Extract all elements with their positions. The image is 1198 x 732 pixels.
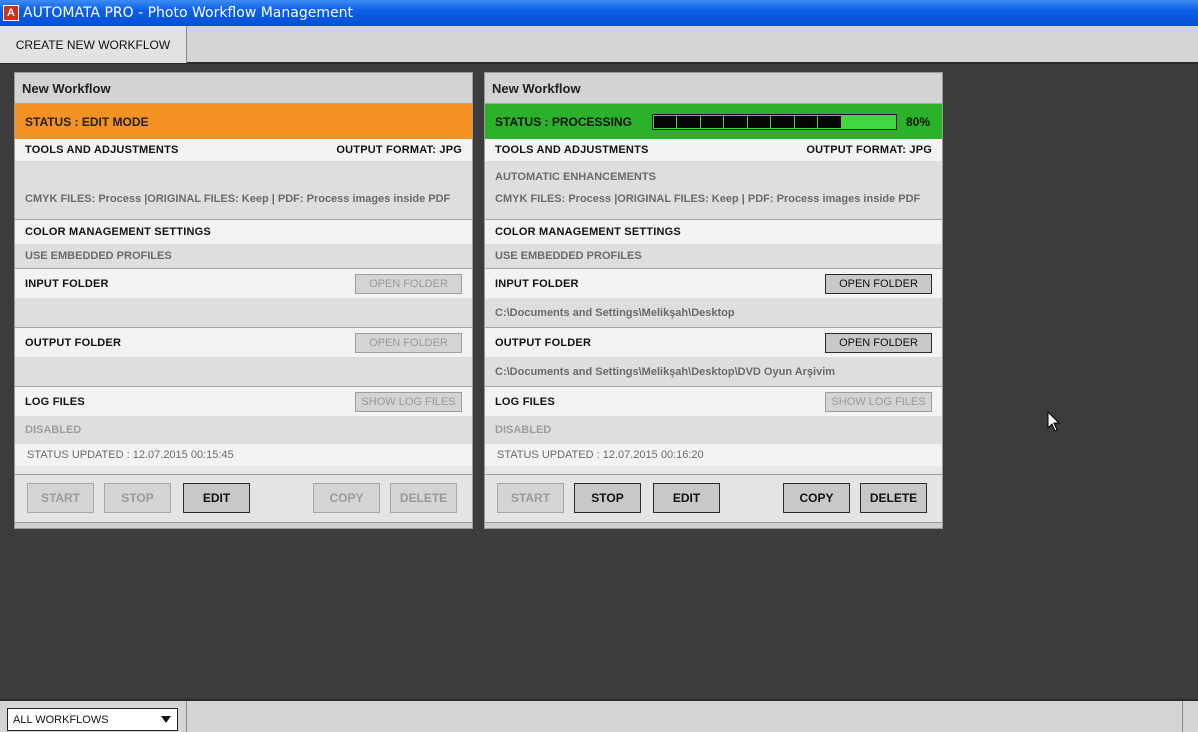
output-open-folder-button[interactable]: OPEN FOLDER [355, 332, 462, 353]
toolbar: CREATE NEW WORKFLOW [0, 26, 1198, 64]
color-label: COLOR MANAGEMENT SETTINGS [495, 226, 681, 238]
enhancements-row: AUTOMATIC ENHANCEMENTS [485, 161, 942, 193]
card-bottom-edge [15, 522, 472, 528]
log-label: LOG FILES [25, 395, 85, 408]
start-button[interactable]: START [27, 483, 94, 513]
output-path-row: C:\Documents and Settings\Melikşah\Deskt… [485, 357, 942, 386]
input-folder-label: INPUT FOLDER [25, 277, 109, 290]
output-path: C:\Documents and Settings\Melikşah\Deskt… [495, 365, 836, 378]
output-format: OUTPUT FORMAT: JPG [336, 144, 462, 156]
updated-row: STATUS UPDATED : 12.07.2015 00:15:45 [15, 444, 472, 466]
start-button[interactable]: START [497, 483, 564, 513]
status-text: STATUS : EDIT MODE [25, 114, 149, 129]
copy-button[interactable]: COPY [313, 483, 380, 513]
copy-button[interactable]: COPY [783, 483, 850, 513]
enhancements-row [15, 161, 472, 193]
window-titlebar[interactable]: A AUTOMATA PRO - Photo Workflow Manageme… [0, 0, 1198, 26]
workflow-title: New Workflow [485, 73, 942, 104]
delete-button[interactable]: DELETE [390, 483, 457, 513]
log-row: LOG FILES SHOW LOG FILES [15, 386, 472, 416]
color-row: COLOR MANAGEMENT SETTINGS [485, 219, 942, 244]
input-path: C:\Documents and Settings\Melikşah\Deskt… [495, 306, 735, 319]
input-folder-row: INPUT FOLDER OPEN FOLDER [485, 268, 942, 298]
statusbar-divider [1182, 701, 1183, 732]
tools-label: TOOLS AND ADJUSTMENTS [495, 144, 649, 156]
stop-button[interactable]: STOP [104, 483, 171, 513]
chevron-down-icon [161, 716, 171, 723]
window-title: AUTOMATA PRO - Photo Workflow Management [23, 5, 353, 21]
input-folder-label: INPUT FOLDER [495, 277, 579, 290]
status-updated: STATUS UPDATED : 12.07.2015 00:16:20 [497, 449, 704, 461]
color-value-row: USE EMBEDDED PROFILES [485, 244, 942, 268]
log-value-row: DISABLED [15, 416, 472, 444]
output-folder-row: OUTPUT FOLDER OPEN FOLDER [15, 327, 472, 357]
status-bar: STATUS : EDIT MODE [15, 104, 472, 139]
action-bar: START STOP EDIT COPY DELETE [15, 474, 472, 522]
status-bar: STATUS : PROCESSING 80% [485, 104, 942, 139]
updated-row: STATUS UPDATED : 12.07.2015 00:16:20 [485, 444, 942, 466]
output-folder-label: OUTPUT FOLDER [495, 336, 592, 349]
create-new-workflow-button[interactable]: CREATE NEW WORKFLOW [0, 26, 187, 63]
workflow-card: New Workflow STATUS : EDIT MODE TOOLS AN… [14, 72, 473, 529]
input-path-row: C:\Documents and Settings\Melikşah\Deskt… [485, 298, 942, 327]
statusbar: ALL WORKFLOWS [0, 699, 1198, 732]
log-value: DISABLED [25, 424, 82, 436]
files-info-text: CMYK FILES: Process |ORIGINAL FILES: Kee… [25, 193, 451, 205]
progress-segment [724, 115, 747, 128]
files-info-row: CMYK FILES: Process |ORIGINAL FILES: Kee… [485, 193, 942, 219]
enhancements-text: AUTOMATIC ENHANCEMENTS [495, 171, 656, 183]
status-text: STATUS : PROCESSING [495, 114, 632, 129]
progress-segment [818, 115, 841, 128]
input-open-folder-button[interactable]: OPEN FOLDER [355, 273, 462, 294]
workflow-filter-select[interactable]: ALL WORKFLOWS [7, 708, 178, 731]
card-bottom-edge [485, 522, 942, 528]
progress-segment [653, 115, 677, 128]
progress-segment [700, 115, 724, 128]
edit-button[interactable]: EDIT [183, 483, 250, 513]
log-row: LOG FILES SHOW LOG FILES [485, 386, 942, 416]
delete-button[interactable]: DELETE [860, 483, 927, 513]
output-folder-label: OUTPUT FOLDER [25, 336, 122, 349]
color-value: USE EMBEDDED PROFILES [495, 250, 642, 262]
progress-fill [653, 115, 895, 128]
action-bar: START STOP EDIT COPY DELETE [485, 474, 942, 522]
app-logo-icon: A [3, 5, 19, 21]
output-format: OUTPUT FORMAT: JPG [806, 144, 932, 156]
stop-button[interactable]: STOP [574, 483, 641, 513]
workflow-title: New Workflow [15, 73, 472, 104]
color-label: COLOR MANAGEMENT SETTINGS [25, 226, 211, 238]
statusbar-divider [186, 701, 187, 732]
progress-segment [794, 115, 818, 128]
progress-percent: 80% [905, 114, 930, 129]
progress-segment [677, 115, 700, 128]
tools-label: TOOLS AND ADJUSTMENTS [25, 144, 179, 156]
output-path-row [15, 357, 472, 386]
files-info-row: CMYK FILES: Process |ORIGINAL FILES: Kee… [15, 193, 472, 219]
workflow-filter-value: ALL WORKFLOWS [13, 713, 109, 726]
show-log-files-button[interactable]: SHOW LOG FILES [825, 391, 932, 412]
tools-row: TOOLS AND ADJUSTMENTS OUTPUT FORMAT: JPG [15, 139, 472, 161]
log-value: DISABLED [495, 424, 552, 436]
show-log-files-button[interactable]: SHOW LOG FILES [355, 391, 462, 412]
mouse-cursor-icon [1047, 411, 1061, 432]
tools-row: TOOLS AND ADJUSTMENTS OUTPUT FORMAT: JPG [485, 139, 942, 161]
progress-segment [747, 115, 771, 128]
workflow-card: New Workflow STATUS : PROCESSING 80% TOO… [484, 72, 943, 529]
input-folder-row: INPUT FOLDER OPEN FOLDER [15, 268, 472, 298]
progress-segment [771, 115, 794, 128]
color-value-row: USE EMBEDDED PROFILES [15, 244, 472, 268]
progress-bar [651, 113, 897, 130]
color-value: USE EMBEDDED PROFILES [25, 250, 172, 262]
output-folder-row: OUTPUT FOLDER OPEN FOLDER [485, 327, 942, 357]
log-label: LOG FILES [495, 395, 555, 408]
output-open-folder-button[interactable]: OPEN FOLDER [825, 332, 932, 353]
status-updated: STATUS UPDATED : 12.07.2015 00:15:45 [27, 449, 234, 461]
color-row: COLOR MANAGEMENT SETTINGS [15, 219, 472, 244]
input-open-folder-button[interactable]: OPEN FOLDER [825, 273, 932, 294]
log-value-row: DISABLED [485, 416, 942, 444]
files-info-text: CMYK FILES: Process |ORIGINAL FILES: Kee… [495, 193, 921, 205]
input-path-row [15, 298, 472, 327]
edit-button[interactable]: EDIT [653, 483, 720, 513]
